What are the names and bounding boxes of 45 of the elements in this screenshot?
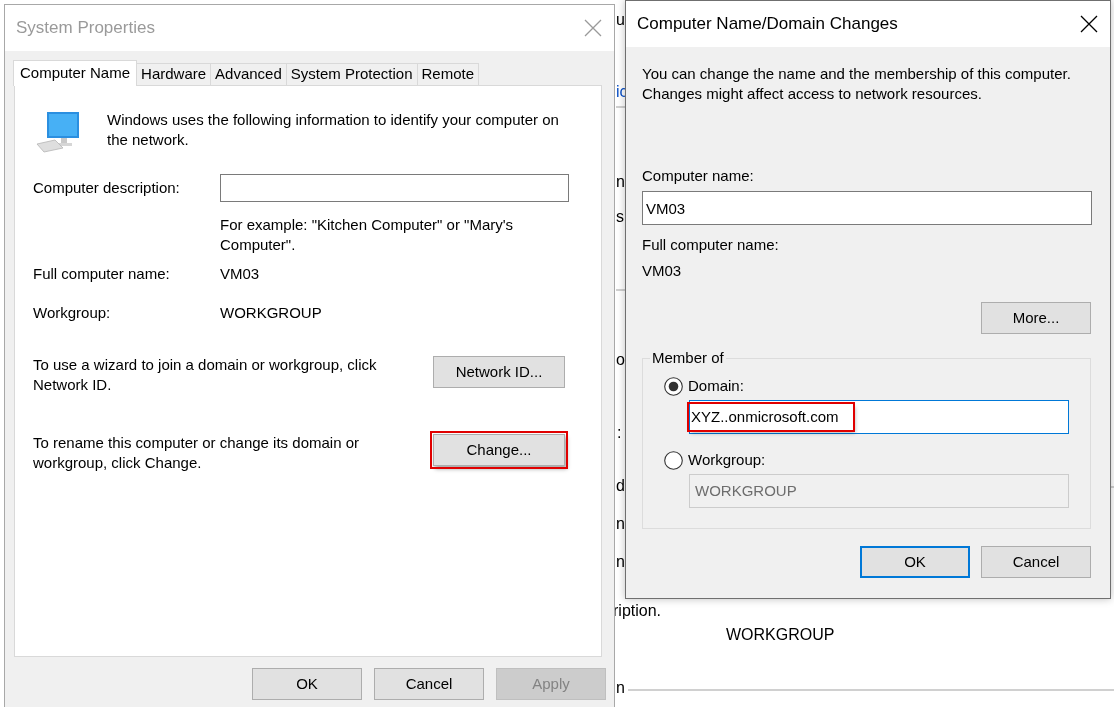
- window-title: Computer Name/Domain Changes: [637, 14, 898, 34]
- field-value: VM03: [220, 264, 260, 284]
- field-value: VM03: [642, 261, 683, 281]
- domain-field[interactable]: WORKGROUP: [689, 474, 1069, 508]
- dialog-button[interactable]: Cancel: [981, 546, 1091, 578]
- field-value: WORKGROUP: [220, 303, 322, 323]
- field-label: Full computer name:: [33, 264, 171, 284]
- option-label: Workgroup:: [688, 450, 766, 470]
- tab[interactable]: Computer Name: [13, 60, 138, 86]
- text-fragment: s: [616, 207, 624, 227]
- field-label: Computer description:: [33, 178, 181, 198]
- text-fragment: d: [616, 476, 625, 496]
- description-field[interactable]: [220, 174, 569, 202]
- field-label: Full computer name:: [642, 235, 780, 255]
- text-fragment: WORKGROUP: [726, 625, 835, 645]
- domain-field[interactable]: XYZ..onmicrosoft.com: [689, 400, 1069, 434]
- field-label: Workgroup:: [33, 303, 112, 323]
- computer-name-field[interactable]: VM03: [642, 191, 1092, 225]
- example-text: For example: "Kitchen Computer" or "Mary's Computer".: [220, 215, 515, 255]
- action-button[interactable]: Change...: [433, 434, 565, 466]
- text-fragment: u: [616, 10, 625, 30]
- instruction-text: To use a wizard to join a domain or workgroup, click Network ID.: [33, 355, 378, 395]
- dialog-button[interactable]: Cancel: [374, 668, 484, 700]
- computer-icon: [35, 110, 81, 154]
- text-fragment: n: [616, 514, 625, 534]
- radio-button[interactable]: [664, 450, 683, 470]
- tab[interactable]: Remote: [416, 63, 480, 85]
- text-fragment: :: [617, 423, 622, 443]
- dialog-button[interactable]: OK: [860, 546, 970, 578]
- radio-button[interactable]: [664, 376, 683, 396]
- text-fragment: n: [616, 552, 625, 572]
- intro-text: Windows uses the following information to identify your computer on the network.: [107, 110, 560, 150]
- field-label: Computer name:: [642, 166, 755, 186]
- close-icon[interactable]: [1080, 15, 1098, 33]
- window-title: System Properties: [16, 18, 155, 38]
- dialog-button[interactable]: OK: [252, 668, 362, 700]
- option-label: Domain:: [688, 376, 744, 396]
- tab[interactable]: System Protection: [285, 63, 418, 85]
- more-button[interactable]: More...: [981, 302, 1091, 334]
- intro-text: You can change the name and the membership of this computer. Changes might affect access to network resources.: [642, 64, 1072, 104]
- text-fragment: n: [616, 172, 625, 192]
- text-fragment: o: [616, 350, 625, 370]
- text-fragment: n: [616, 678, 625, 698]
- instruction-text: To rename this computer or change its domain or workgroup, click Change.: [33, 433, 360, 473]
- action-button[interactable]: Network ID...: [433, 356, 565, 388]
